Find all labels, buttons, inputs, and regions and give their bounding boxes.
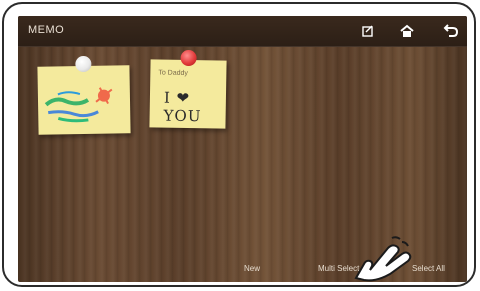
home-icon[interactable] <box>397 22 417 40</box>
memo-screen: MEMO To Daddy I ❤ YOU New Multi Select S… <box>18 16 467 282</box>
red-pin-icon <box>180 49 197 67</box>
doodle-drawing <box>44 87 113 123</box>
new-button[interactable]: New <box>244 264 260 273</box>
notes-board: To Daddy I ❤ YOU <box>18 46 467 246</box>
top-bar: MEMO <box>18 16 467 47</box>
app-title: MEMO <box>28 24 65 36</box>
tap-hand-icon <box>354 236 412 282</box>
device-frame: MEMO To Daddy I ❤ YOU New Multi Select S… <box>2 2 476 287</box>
memo-note-drawing[interactable] <box>37 55 131 135</box>
memo-note-text[interactable]: To Daddy I ❤ YOU <box>149 49 227 129</box>
note-text: I ❤ YOU <box>163 88 202 126</box>
edit-icon[interactable] <box>358 22 378 40</box>
back-icon[interactable] <box>441 22 461 40</box>
note-small-label: To Daddy <box>158 69 188 77</box>
